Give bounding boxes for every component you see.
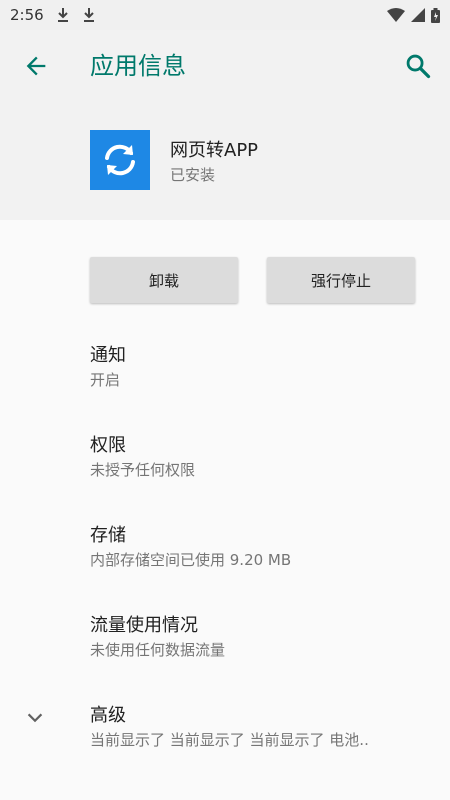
- uninstall-button[interactable]: 卸载: [90, 257, 238, 303]
- settings-item-subtitle: 开启: [90, 371, 121, 389]
- app-info-header: 应用信息 网页转APP 已安装: [0, 30, 450, 220]
- settings-item-subtitle: 当前显示了 当前显示了 当前显示了 电池..: [90, 731, 369, 749]
- settings-item-storage[interactable]: 存储 内部存储空间已使用 9.20 MB: [0, 513, 450, 583]
- battery-icon: [431, 7, 440, 23]
- settings-item-title: 高级: [90, 705, 126, 726]
- search-icon[interactable]: [404, 52, 432, 80]
- settings-item-permissions[interactable]: 权限 未授予任何权限: [0, 423, 450, 493]
- status-left: 2:56: [10, 6, 96, 24]
- download-icon: [83, 8, 94, 22]
- settings-item-advanced[interactable]: 高级 当前显示了 当前显示了 当前显示了 电池..: [0, 693, 450, 763]
- arrow-back-icon[interactable]: [22, 52, 50, 80]
- page-title: 应用信息: [90, 52, 186, 80]
- settings-item-title: 流量使用情况: [90, 615, 198, 636]
- app-name: 网页转APP: [170, 140, 259, 161]
- force-stop-button[interactable]: 强行停止: [267, 257, 415, 303]
- signal-icon: [411, 8, 425, 22]
- sync-icon: [105, 144, 135, 176]
- wifi-icon: [387, 8, 405, 22]
- settings-item-notifications[interactable]: 通知 开启: [0, 333, 450, 403]
- app-install-status: 已安装: [170, 166, 216, 184]
- status-right: [387, 7, 440, 23]
- settings-item-subtitle: 未使用任何数据流量: [90, 641, 226, 659]
- status-bar: 2:56: [0, 0, 450, 30]
- settings-item-title: 通知: [90, 345, 126, 366]
- settings-item-data-usage[interactable]: 流量使用情况 未使用任何数据流量: [0, 603, 450, 673]
- app-bar: 应用信息: [0, 30, 450, 102]
- settings-item-title: 存储: [90, 525, 126, 546]
- settings-item-subtitle: 未授予任何权限: [90, 461, 196, 479]
- status-time: 2:56: [10, 6, 44, 24]
- download-icon: [57, 8, 68, 22]
- settings-item-title: 权限: [90, 435, 126, 456]
- chevron-down-icon: [27, 713, 43, 723]
- app-icon: [90, 130, 150, 190]
- settings-item-subtitle: 内部存储空间已使用 9.20 MB: [90, 551, 292, 569]
